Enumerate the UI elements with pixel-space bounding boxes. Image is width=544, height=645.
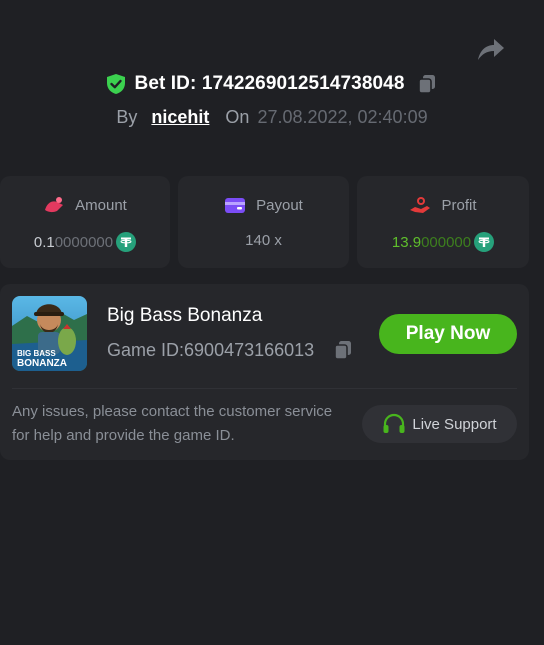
shield-check-icon xyxy=(106,74,125,94)
share-button[interactable] xyxy=(474,34,506,64)
by-label: By xyxy=(116,107,138,127)
payout-title: Payout xyxy=(178,196,349,214)
thumb-text-2: BONANZA xyxy=(17,358,67,369)
amount-title: Amount xyxy=(0,196,170,214)
wallet-icon xyxy=(225,198,246,213)
tether-coin-icon xyxy=(474,232,495,252)
game-card: BIG BASS BONANZA Big Bass Bonanza Game I… xyxy=(0,284,529,460)
headset-icon xyxy=(383,413,405,433)
bet-id-row: Bet ID: 1742269012514738048 xyxy=(0,73,544,95)
play-now-button[interactable]: Play Now xyxy=(379,314,517,354)
live-support-button[interactable]: Live Support xyxy=(362,405,517,443)
amount-value: 0.1 0000000 xyxy=(0,232,170,252)
bet-date: 27.08.2022, 02:40:09 xyxy=(257,107,428,127)
payout-value: 140 x xyxy=(245,232,282,249)
bet-id-text: Bet ID: 1742269012514738048 xyxy=(134,73,405,94)
profit-card: Profit 13.9 000000 xyxy=(357,176,529,268)
profit-icon xyxy=(410,197,431,213)
game-thumbnail[interactable]: BIG BASS BONANZA xyxy=(12,296,87,371)
support-message: Any issues, please contact the customer … xyxy=(12,403,333,444)
payout-card: Payout 140 x xyxy=(178,176,349,268)
copy-icon[interactable] xyxy=(332,339,354,361)
share-icon xyxy=(478,39,504,60)
game-id-row: Game ID: 6900473166013 xyxy=(107,339,354,361)
thumb-text-1: BIG BASS xyxy=(17,349,56,358)
bet-meta-row: By nicehit On 27.08.2022, 02:40:09 xyxy=(0,107,544,128)
live-support-label: Live Support xyxy=(412,415,497,433)
tether-coin-icon xyxy=(116,232,137,252)
game-name[interactable]: Big Bass Bonanza xyxy=(107,305,262,327)
amount-card: Amount 0.1 0000000 xyxy=(0,176,170,268)
profit-title: Profit xyxy=(357,196,529,214)
copy-icon[interactable] xyxy=(416,73,438,95)
on-label: On xyxy=(225,107,250,127)
amount-icon xyxy=(45,197,64,213)
user-link[interactable]: nicehit xyxy=(151,107,209,128)
profit-value: 13.9 000000 xyxy=(357,232,529,252)
divider xyxy=(12,388,517,389)
